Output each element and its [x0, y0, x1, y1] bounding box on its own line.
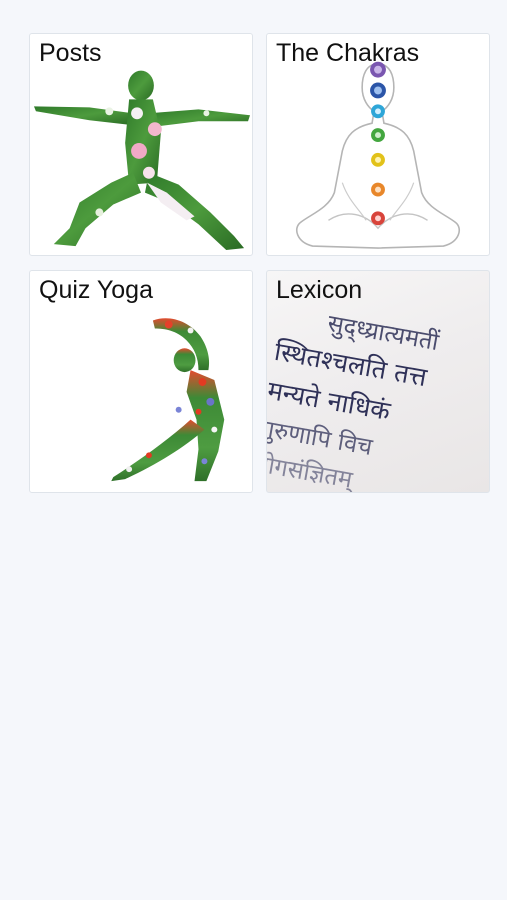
tile-posts[interactable]: Posts — [29, 33, 253, 256]
tile-lexicon-label: Lexicon — [276, 276, 363, 304]
tile-quiz-yoga[interactable]: Quiz Yoga — [29, 270, 253, 493]
tile-chakras[interactable]: The Chakras — [266, 33, 490, 256]
home-screen: Posts The Chakras Quiz Yoga सुद्ध्य्रात्… — [0, 0, 507, 900]
tile-posts-label: Posts — [39, 39, 102, 67]
tile-chakras-label: The Chakras — [276, 39, 420, 67]
tile-lexicon[interactable]: सुद्ध्य्रात्यमतीं स्थितश्चलति तत्त मन्यत… — [266, 270, 490, 493]
tile-quiz-yoga-label: Quiz Yoga — [39, 276, 153, 304]
